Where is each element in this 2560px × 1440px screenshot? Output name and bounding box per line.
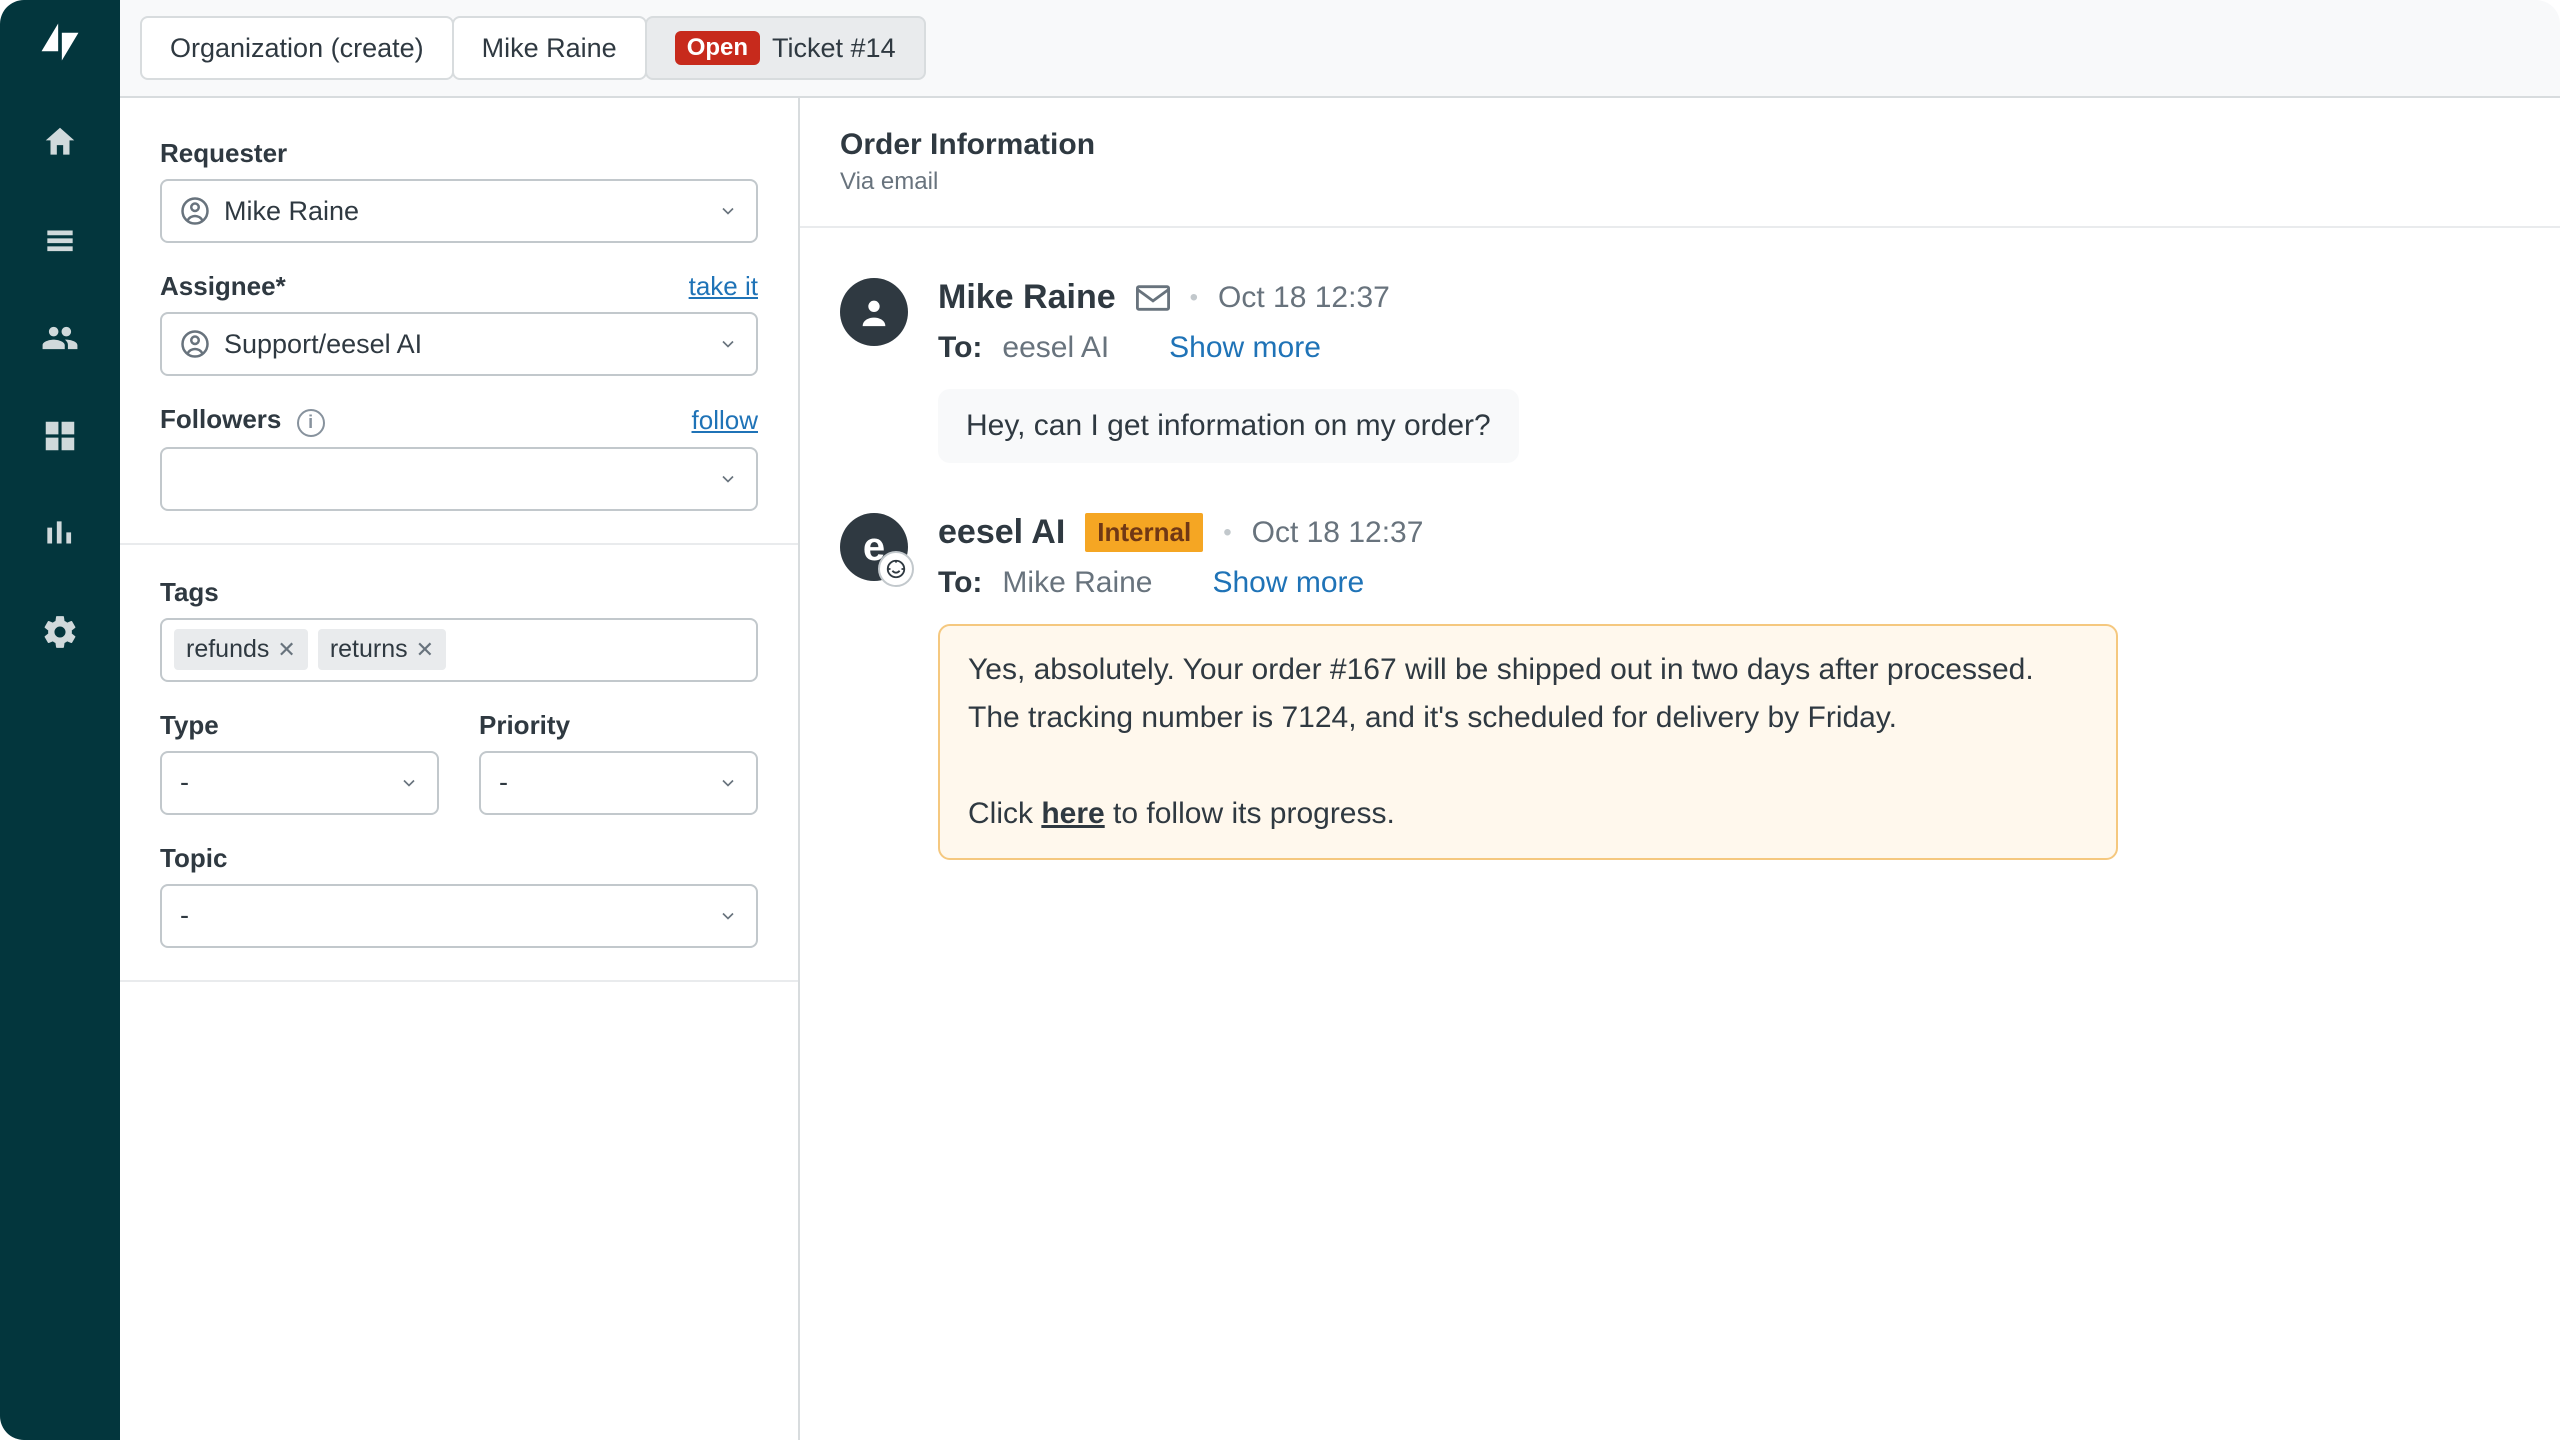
select-value: - bbox=[499, 767, 718, 798]
mail-icon bbox=[1136, 285, 1170, 311]
divider bbox=[120, 543, 798, 545]
tag-remove-icon[interactable]: ✕ bbox=[416, 637, 434, 663]
tab-label: Organization (create) bbox=[170, 33, 424, 64]
avatar: e bbox=[840, 513, 908, 581]
message: e eesel AI Internal • Oct 18 12:37 To: M… bbox=[840, 513, 2520, 860]
followers-field: Followers i follow bbox=[160, 404, 758, 511]
status-badge: Open bbox=[675, 31, 760, 65]
nav-customers[interactable] bbox=[38, 316, 82, 360]
field-label: Tags bbox=[160, 577, 219, 608]
requester-field: Requester Mike Raine bbox=[160, 138, 758, 243]
select-value: Support/eesel AI bbox=[224, 329, 704, 360]
ticket-sidebar: Requester Mike Raine Assignee* take it S… bbox=[120, 98, 800, 1440]
field-label: Assignee* bbox=[160, 271, 286, 302]
priority-select[interactable]: - bbox=[479, 751, 758, 815]
type-select[interactable]: - bbox=[160, 751, 439, 815]
via-channel: Via email bbox=[840, 168, 2520, 196]
divider bbox=[120, 980, 798, 982]
tracking-link[interactable]: here bbox=[1041, 797, 1104, 830]
message-author: Mike Raine bbox=[938, 278, 1116, 317]
message-body: Hey, can I get information on my order? bbox=[938, 389, 1519, 463]
follow-link[interactable]: follow bbox=[692, 405, 758, 436]
message-author: eesel AI bbox=[938, 513, 1065, 552]
to-value: eesel AI bbox=[1002, 331, 1109, 365]
nav-home[interactable] bbox=[38, 120, 82, 164]
tags-input[interactable]: refunds ✕ returns ✕ bbox=[160, 618, 758, 682]
chevron-down-icon bbox=[718, 201, 738, 221]
select-value: - bbox=[180, 900, 704, 931]
show-more-link[interactable]: Show more bbox=[1212, 566, 1364, 600]
nav-admin[interactable] bbox=[38, 610, 82, 654]
field-label: Requester bbox=[160, 138, 287, 169]
agent-badge-icon bbox=[878, 551, 914, 587]
message-timestamp: Oct 18 12:37 bbox=[1252, 516, 1424, 550]
show-more-link[interactable]: Show more bbox=[1169, 331, 1321, 365]
nav-views[interactable] bbox=[38, 218, 82, 262]
message: Mike Raine • Oct 18 12:37 To: eesel AI S… bbox=[840, 278, 2520, 463]
nav-reporting[interactable] bbox=[38, 512, 82, 556]
field-label: Topic bbox=[160, 843, 227, 874]
chevron-down-icon bbox=[718, 906, 738, 926]
chevron-down-icon bbox=[718, 334, 738, 354]
message-timestamp: Oct 18 12:37 bbox=[1218, 281, 1390, 315]
tag-chip: returns ✕ bbox=[318, 629, 446, 670]
conversation-header: Order Information Via email bbox=[800, 98, 2560, 228]
field-label: Priority bbox=[479, 710, 570, 741]
tags-field: Tags refunds ✕ returns ✕ bbox=[160, 577, 758, 682]
topic-select[interactable]: - bbox=[160, 884, 758, 948]
select-value: - bbox=[180, 767, 399, 798]
avatar bbox=[840, 278, 908, 346]
tab-ticket[interactable]: Open Ticket #14 bbox=[645, 16, 926, 80]
nav-organizations[interactable] bbox=[38, 414, 82, 458]
ticket-conversation: Order Information Via email Mike Raine •… bbox=[800, 98, 2560, 1440]
tab-label: Ticket #14 bbox=[772, 33, 896, 64]
requester-select[interactable]: Mike Raine bbox=[160, 179, 758, 243]
chevron-down-icon bbox=[718, 773, 738, 793]
tag-chip: refunds ✕ bbox=[174, 629, 308, 670]
internal-badge: Internal bbox=[1085, 513, 1203, 552]
tabs-bar: Organization (create) Mike Raine Open Ti… bbox=[120, 0, 2560, 98]
chevron-down-icon bbox=[399, 773, 419, 793]
app-logo bbox=[36, 18, 84, 66]
tab-label: Mike Raine bbox=[482, 33, 617, 64]
field-label: Followers i bbox=[160, 404, 325, 437]
message-body: Yes, absolutely. Your order #167 will be… bbox=[938, 624, 2118, 860]
separator-dot: • bbox=[1190, 284, 1198, 312]
user-icon bbox=[180, 196, 210, 226]
priority-field: Priority - bbox=[479, 710, 758, 815]
tab-organization[interactable]: Organization (create) bbox=[140, 16, 454, 80]
type-field: Type - bbox=[160, 710, 439, 815]
topic-field: Topic - bbox=[160, 843, 758, 948]
separator-dot: • bbox=[1223, 519, 1231, 547]
field-label: Type bbox=[160, 710, 219, 741]
user-icon bbox=[180, 329, 210, 359]
to-value: Mike Raine bbox=[1002, 566, 1152, 600]
to-label: To: bbox=[938, 331, 982, 365]
select-value: Mike Raine bbox=[224, 196, 704, 227]
page-title: Order Information bbox=[840, 128, 2520, 162]
assignee-select[interactable]: Support/eesel AI bbox=[160, 312, 758, 376]
tag-remove-icon[interactable]: ✕ bbox=[277, 637, 295, 663]
main-nav bbox=[0, 0, 120, 1440]
followers-select[interactable] bbox=[160, 447, 758, 511]
chevron-down-icon bbox=[718, 469, 738, 489]
user-icon bbox=[857, 295, 891, 329]
to-label: To: bbox=[938, 566, 982, 600]
tab-user[interactable]: Mike Raine bbox=[452, 16, 647, 80]
assignee-field: Assignee* take it Support/eesel AI bbox=[160, 271, 758, 376]
take-it-link[interactable]: take it bbox=[689, 271, 758, 302]
info-icon[interactable]: i bbox=[297, 409, 325, 437]
